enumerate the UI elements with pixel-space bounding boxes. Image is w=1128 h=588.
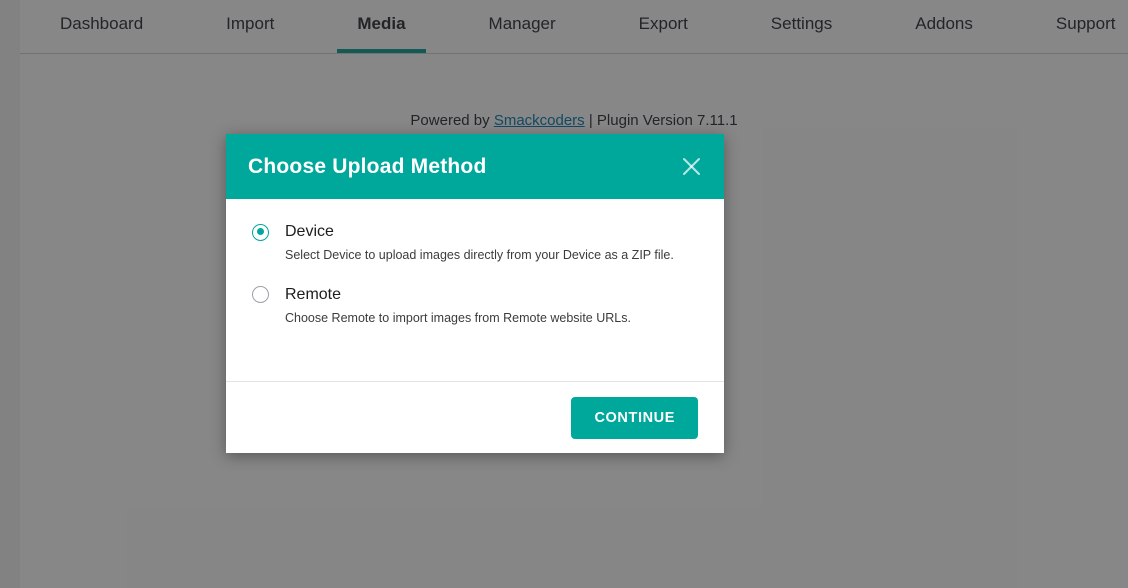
close-icon[interactable] bbox=[676, 152, 706, 182]
dialog-title: Choose Upload Method bbox=[248, 154, 487, 178]
radio-device[interactable] bbox=[252, 223, 269, 241]
upload-option-remote-description: Choose Remote to import images from Remo… bbox=[285, 310, 631, 325]
choose-upload-method-dialog: Choose Upload Method Device Select Devic… bbox=[226, 134, 724, 453]
upload-option-device-row[interactable]: Device bbox=[252, 223, 698, 241]
upload-option-device[interactable]: Device Select Device to upload images di… bbox=[252, 223, 698, 264]
upload-option-device-label: Device bbox=[285, 223, 334, 240]
upload-option-remote-label: Remote bbox=[285, 285, 342, 303]
dialog-body: Device Select Device to upload images di… bbox=[226, 199, 724, 381]
dialog-footer: CONTINUE bbox=[226, 381, 724, 453]
upload-option-remote[interactable]: Remote Choose Remote to import images fr… bbox=[252, 286, 698, 327]
upload-option-device-description: Select Device to upload images directly … bbox=[285, 248, 674, 262]
dialog-header: Choose Upload Method bbox=[226, 134, 724, 199]
continue-button[interactable]: CONTINUE bbox=[571, 396, 698, 439]
upload-option-remote-row[interactable]: Remote bbox=[252, 286, 698, 304]
radio-remote[interactable] bbox=[252, 286, 269, 304]
